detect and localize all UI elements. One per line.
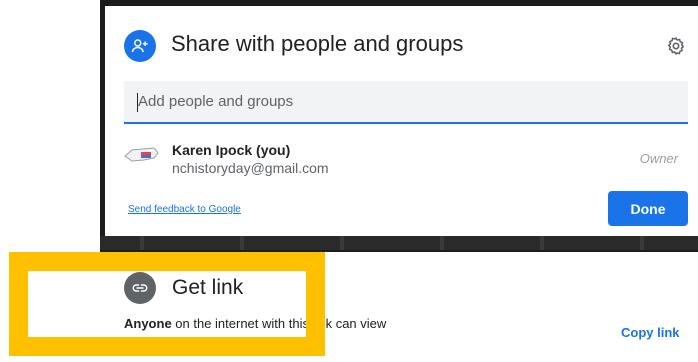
link-icon: [124, 272, 156, 304]
add-people-field[interactable]: [124, 81, 688, 124]
link-access-rest: on the internet with this link can view: [171, 316, 387, 331]
person-name: Karen Ipock (you): [172, 142, 291, 158]
person-email: nchistoryday@gmail.com: [172, 160, 329, 176]
background-document-strip: [100, 236, 698, 250]
person-row: Karen Ipock (you) nchistoryday@gmail.com…: [124, 138, 688, 182]
add-people-input[interactable]: [124, 81, 688, 122]
get-link-section: Get link Anyone on the internet with thi…: [0, 252, 698, 362]
add-person-icon: [124, 30, 156, 62]
text-caret: [137, 93, 138, 112]
link-access-scope: Anyone: [124, 316, 172, 331]
gear-icon[interactable]: [663, 33, 689, 59]
avatar: [124, 144, 160, 166]
change-link[interactable]: Change: [124, 335, 170, 350]
link-access-description: Anyone on the internet with this link ca…: [124, 316, 386, 331]
share-dialog-title: Share with people and groups: [171, 31, 464, 56]
share-dialog: Share with people and groups Karen Ipock…: [105, 6, 698, 236]
person-role: Owner: [639, 151, 678, 166]
done-button[interactable]: Done: [608, 191, 688, 226]
send-feedback-link[interactable]: Send feedback to Google: [128, 204, 241, 215]
get-link-title: Get link: [172, 276, 244, 299]
copy-link-button[interactable]: Copy link: [621, 325, 680, 340]
